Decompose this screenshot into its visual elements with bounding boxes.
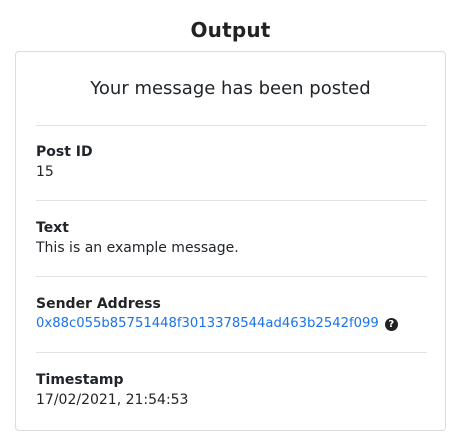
post-id-value: 15 — [36, 164, 54, 180]
text-field: Text This is an example message. — [36, 218, 427, 258]
text-label: Text — [36, 220, 69, 236]
question-circle-icon[interactable]: ? — [384, 317, 398, 331]
sender-address-link[interactable]: 0x88c055b85751448f3013378544ad463b2542f0… — [36, 314, 379, 334]
divider — [36, 352, 427, 353]
divider — [36, 200, 427, 201]
post-id-field: Post ID 15 — [36, 142, 427, 182]
timestamp-label: Timestamp — [36, 372, 124, 388]
card-heading: Your message has been posted — [90, 78, 371, 99]
page-title: Output — [190, 18, 271, 42]
divider — [36, 276, 427, 277]
sender-address-row: 0x88c055b85751448f3013378544ad463b2542f0… — [36, 314, 427, 334]
post-id-label: Post ID — [36, 144, 93, 160]
divider — [36, 125, 427, 126]
timestamp-field: Timestamp 17/02/2021, 21:54:53 — [36, 370, 427, 410]
sender-address-label: Sender Address — [36, 296, 161, 312]
output-card: Your message has been posted Post ID 15 … — [15, 51, 446, 431]
text-value: This is an example message. — [36, 240, 239, 256]
sender-address-field: Sender Address 0x88c055b85751448f3013378… — [36, 294, 427, 334]
timestamp-value: 17/02/2021, 21:54:53 — [36, 392, 189, 408]
